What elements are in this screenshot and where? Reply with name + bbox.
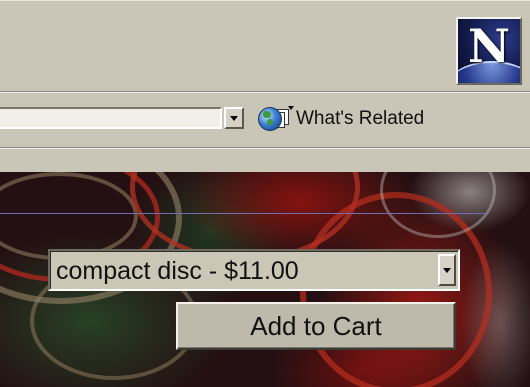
page-content: compact disc - $11.00 Add to Cart [0,172,530,387]
toolbar-band: N [0,1,530,91]
product-format-select[interactable]: compact disc - $11.00 [48,249,460,291]
location-history-dropdown[interactable] [224,107,244,129]
dropdown-arrow-icon [288,106,294,110]
toolbar-divider [0,91,530,93]
product-format-dropdown-button[interactable] [438,254,456,286]
add-to-cart-button[interactable]: Add to Cart [176,302,456,350]
chevron-down-icon [443,268,451,273]
logo-letter: N [467,19,511,73]
netscape-logo-throbber[interactable]: N [456,17,522,85]
whats-related-label: What's Related [296,108,425,129]
globe-related-icon [256,104,294,134]
toolbar-divider-bottom [0,147,530,149]
location-input[interactable] [0,107,222,129]
whats-related-button[interactable]: What's Related [256,101,424,137]
chevron-down-icon [230,116,238,121]
browser-chrome: N What's Related [0,0,530,173]
product-format-selected-value: compact disc - $11.00 [56,257,299,285]
horizontal-rule [0,213,486,214]
location-toolbar: What's Related [0,97,530,147]
